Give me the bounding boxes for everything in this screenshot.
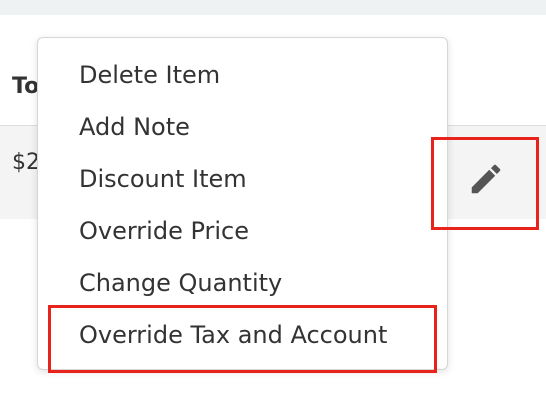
edit-item-button[interactable] — [434, 139, 537, 227]
menu-item-change-quantity[interactable]: Change Quantity — [79, 268, 282, 298]
pencil-icon — [471, 164, 500, 194]
menu-item-add-note[interactable]: Add Note — [79, 112, 190, 142]
menu-item-override-tax-and-account[interactable]: Override Tax and Account — [79, 320, 387, 350]
menu-item-override-price[interactable]: Override Price — [79, 216, 249, 246]
menu-item-delete-item[interactable]: Delete Item — [79, 60, 220, 90]
item-actions-menu: Delete Item Add Note Discount Item Overr… — [37, 37, 448, 370]
column-header-total: To — [12, 74, 40, 99]
row-total-value: $2 — [12, 150, 40, 175]
top-bar — [0, 0, 546, 15]
menu-item-discount-item[interactable]: Discount Item — [79, 164, 247, 194]
